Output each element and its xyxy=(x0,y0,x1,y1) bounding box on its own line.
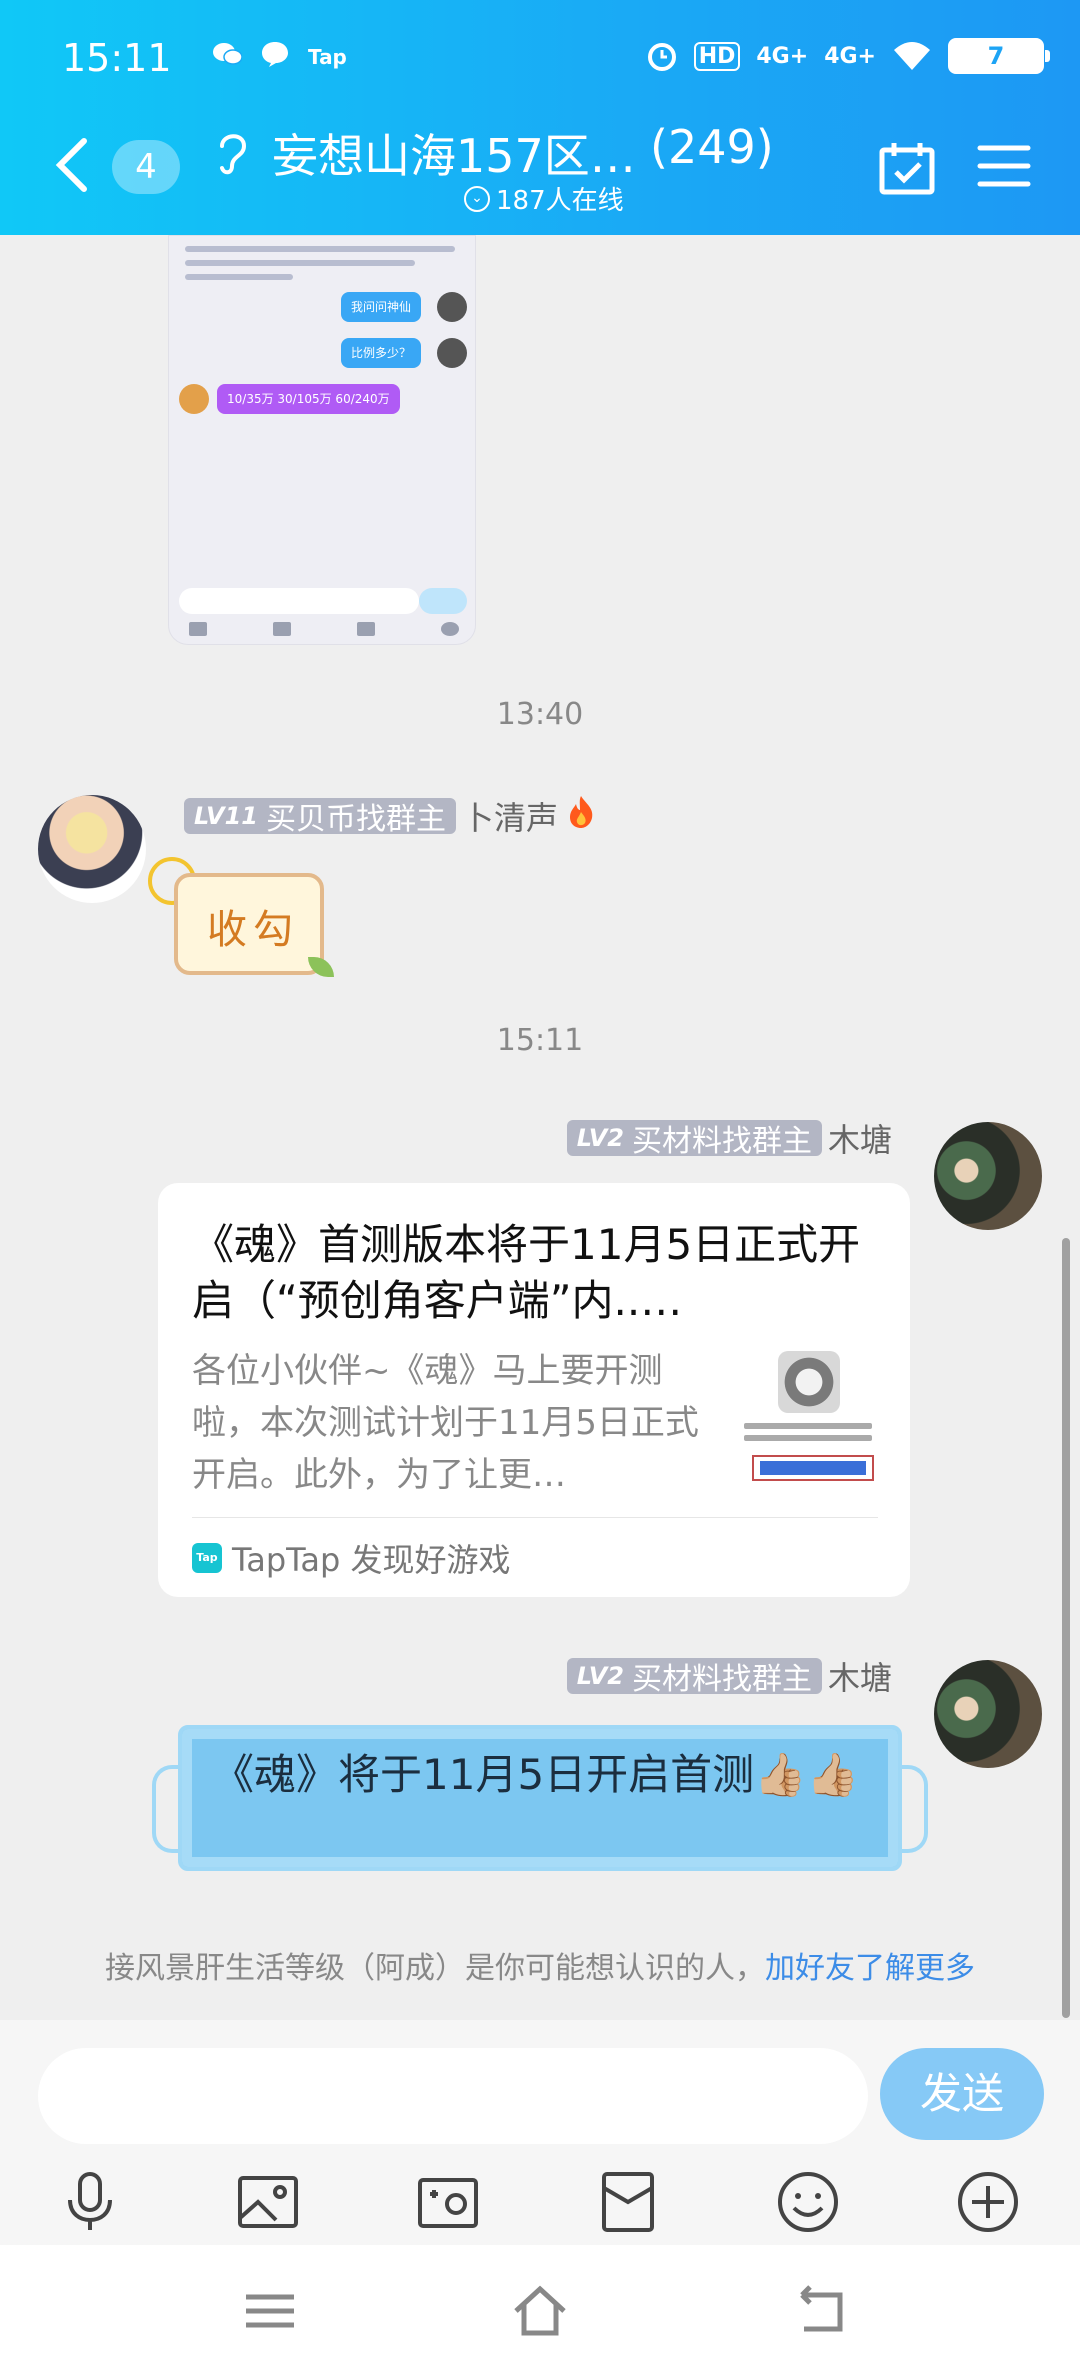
status-right-icons: HD 4G+ 4G+ 7 xyxy=(646,38,1050,74)
avatar[interactable] xyxy=(934,1660,1042,1768)
friend-suggestion: 接风景肝生活等级（阿成）是你可能想认识的人，加好友了解更多 xyxy=(0,1943,1080,1987)
text-message-bubble[interactable]: 《魂》将于11月5日开启首测👍🏼👍🏼 xyxy=(152,1725,928,1871)
screenshot-send xyxy=(419,588,467,614)
emoji-icon[interactable] xyxy=(776,2170,840,2234)
sticker-card: 收勾 xyxy=(174,873,324,975)
composer-toolbar xyxy=(0,2170,1080,2240)
back-icon[interactable] xyxy=(792,2281,852,2341)
sender-name[interactable]: 木塘 xyxy=(828,1653,892,1699)
message-text: 《魂》将于11月5日开启首测👍🏼👍🏼 xyxy=(212,1750,859,1799)
link-card-thumbnail xyxy=(738,1347,878,1487)
shared-screenshot-image[interactable]: 我问问神仙 比例多少？ 10/35万 30/105万 60/240万 xyxy=(168,235,476,645)
screenshot-input xyxy=(179,588,419,614)
wechat-icon xyxy=(212,41,243,73)
plus-icon[interactable] xyxy=(956,2170,1020,2234)
home-icon[interactable] xyxy=(510,2281,570,2341)
system-nav-bar xyxy=(0,2245,1080,2376)
fire-icon xyxy=(564,794,598,839)
sticker-text: 收勾 xyxy=(207,907,299,953)
screenshot-avatar-2 xyxy=(437,338,467,368)
level-label: LV2 xyxy=(576,1124,624,1152)
battery-indicator: 7 xyxy=(948,38,1050,74)
bubble-body: 《魂》将于11月5日开启首测👍🏼👍🏼 xyxy=(178,1725,902,1871)
sender-line: LV2 买材料找群主 木塘 xyxy=(566,1115,892,1161)
wifi-icon xyxy=(894,42,930,70)
chat-header: 15:11 Tap HD 4G+ 4G+ 7 4 妄想山海157区… (249)… xyxy=(0,0,1080,235)
chat-area[interactable]: 我问问神仙 比例多少？ 10/35万 30/105万 60/240万 13:40… xyxy=(0,235,1080,2020)
chevron-down-icon: ⌄ xyxy=(464,185,490,212)
message-input[interactable] xyxy=(38,2048,868,2144)
add-friend-link[interactable]: 加好友了解更多 xyxy=(765,1951,975,1986)
menu-icon[interactable] xyxy=(976,142,1032,190)
game-logo xyxy=(778,1351,840,1413)
sender-line: LV2 买材料找群主 木塘 xyxy=(566,1653,892,1699)
camera-icon[interactable] xyxy=(416,2170,480,2234)
online-count: 187人在线 xyxy=(496,186,624,216)
screenshot-avatar-3 xyxy=(179,384,209,414)
sender-name[interactable]: 木塘 xyxy=(828,1115,892,1161)
unread-badge[interactable]: 4 xyxy=(112,140,180,194)
level-label: LV11 xyxy=(194,802,258,830)
microphone-icon[interactable] xyxy=(58,2170,122,2234)
avatar[interactable] xyxy=(934,1122,1042,1230)
thumb-text-line xyxy=(744,1423,872,1429)
sender-name[interactable]: 卜清声 xyxy=(462,793,558,839)
source-label: TapTap 发现好游戏 xyxy=(232,1541,511,1579)
member-count[interactable]: (249) xyxy=(650,120,774,174)
ear-icon[interactable] xyxy=(216,128,250,176)
suggestion-text: 接风景肝生活等级（阿成）是你可能想认识的人， xyxy=(105,1951,765,1986)
scrollbar[interactable] xyxy=(1062,1238,1070,2018)
hd-indicator: HD xyxy=(693,41,741,71)
screenshot-bubble-2: 比例多少？ xyxy=(341,338,422,368)
screenshot-bubble-1: 我问问神仙 xyxy=(341,292,422,322)
sticker-message[interactable]: 收勾 xyxy=(148,857,338,977)
timestamp: 15:11 xyxy=(496,1023,584,1058)
divider xyxy=(192,1517,878,1518)
member-title-badge: LV2 买材料找群主 xyxy=(566,1120,822,1159)
status-time: 15:11 xyxy=(62,36,172,80)
link-card-description: 各位小伙伴~《魂》马上要开测啦，本次测试计划于11月5日正式开启。此外，为了让更… xyxy=(192,1351,699,1495)
role-label: 买材料找群主 xyxy=(631,1124,812,1159)
link-card-title: 《魂》首测版本将于11月5日正式开启（“预创角客户端”内..… xyxy=(192,1220,861,1325)
level-label: LV2 xyxy=(576,1662,624,1690)
message-icon xyxy=(260,40,290,74)
status-left-icons: Tap xyxy=(212,40,347,74)
composer: 发送 xyxy=(0,2020,1080,2245)
group-name[interactable]: 妄想山海157区… xyxy=(272,120,636,186)
link-share-card[interactable]: 《魂》首测版本将于11月5日正式开启（“预创角客户端”内..… 各位小伙伴~《魂… xyxy=(158,1183,910,1597)
screenshot-avatar-1 xyxy=(437,292,467,322)
member-title-badge: LV2 买材料找群主 xyxy=(566,1658,822,1697)
back-arrow-icon[interactable] xyxy=(52,135,92,195)
network-2: 4G+ xyxy=(824,43,876,69)
screenshot-bubble-3: 10/35万 30/105万 60/240万 xyxy=(217,384,400,414)
online-status[interactable]: ⌄ 187人在线 xyxy=(464,180,624,217)
link-card-source: Tap TapTap 发现好游戏 xyxy=(192,1535,511,1581)
role-label: 买贝币找群主 xyxy=(265,802,446,837)
calendar-check-icon[interactable] xyxy=(878,140,936,196)
thumb-text-line xyxy=(744,1435,872,1441)
thumb-button xyxy=(752,1455,874,1481)
taptap-icon: Tap xyxy=(308,45,347,69)
send-button[interactable]: 发送 xyxy=(880,2048,1044,2140)
screenshot-toolbar xyxy=(189,622,459,636)
alarm-icon xyxy=(647,43,676,71)
role-label: 买材料找群主 xyxy=(631,1662,812,1697)
image-icon[interactable] xyxy=(236,2170,300,2234)
timestamp: 13:40 xyxy=(496,697,584,732)
taptap-icon: Tap xyxy=(192,1543,222,1573)
red-packet-icon[interactable] xyxy=(596,2170,660,2234)
screenshot-text-lines xyxy=(185,246,455,286)
network-1: 4G+ xyxy=(756,43,809,69)
avatar[interactable] xyxy=(38,795,146,903)
member-title-badge: LV11 买贝币找群主 xyxy=(184,798,456,837)
sender-line: LV11 买贝币找群主 卜清声 xyxy=(184,793,598,839)
menu-icon[interactable] xyxy=(240,2281,300,2341)
